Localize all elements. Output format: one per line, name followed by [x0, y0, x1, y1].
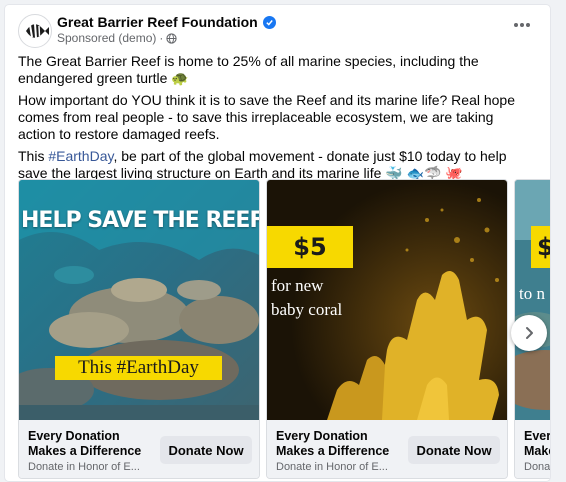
ad-post: Great Barrier Reef Foundation Sponsored … [5, 5, 550, 481]
card-footer: Every Donation Makes a Difference Donate… [19, 420, 259, 478]
donate-now-button[interactable]: Donate Now [160, 436, 252, 464]
card-title[interactable]: Every Donation Makes a Difference [28, 429, 153, 459]
overlay-price-tag: $5 [267, 226, 353, 268]
carousel-card-1[interactable]: HELP SAVE THE REEF This #EarthDay Every … [18, 179, 260, 479]
card-subtitle: Donate in Honor of E... [276, 461, 388, 473]
sponsored-label[interactable]: Sponsored (demo) [57, 31, 156, 45]
page-name[interactable]: Great Barrier Reef Foundation [57, 14, 258, 30]
chevron-right-icon [526, 327, 533, 339]
donate-now-button[interactable]: Donate Now [408, 436, 500, 464]
overlay-headline: HELP SAVE THE REEF [21, 208, 259, 233]
card-footer: Ever Make Dona [515, 420, 550, 478]
overlay-caption-line-2: baby coral [271, 300, 343, 319]
reef-photo[interactable]: HELP SAVE THE REEF This #EarthDay [19, 180, 259, 420]
baby-coral-photo[interactable]: $5 for new baby coral [267, 180, 507, 420]
post-paragraph-2: How important do YOU think it is to save… [18, 92, 515, 142]
carousel-next-button[interactable] [511, 315, 547, 351]
carousel: HELP SAVE THE REEF This #EarthDay Every … [18, 179, 550, 481]
paragraph-3-start: This [18, 148, 49, 164]
carousel-card-2[interactable]: $5 for new baby coral Every Donation Mak… [266, 179, 508, 479]
earthday-hashtag-link[interactable]: #EarthDay [48, 148, 113, 164]
overlay-earthday-tag: This #EarthDay [55, 356, 222, 380]
globe-icon [166, 32, 178, 44]
card-title[interactable]: Ever Make [524, 429, 550, 459]
post-paragraph-3: This #EarthDay, be part of the global mo… [18, 148, 530, 182]
post-text: The Great Barrier Reef is home to 25% of… [18, 53, 530, 187]
card-subtitle: Donate in Honor of E... [28, 461, 140, 473]
overlay-price-tag: $ [531, 226, 550, 268]
card-title[interactable]: Every Donation Makes a Difference [276, 429, 401, 459]
card-footer: Every Donation Makes a Difference Donate… [267, 420, 507, 478]
page-name-row: Great Barrier Reef Foundation [57, 14, 276, 30]
post-paragraph-1: The Great Barrier Reef is home to 25% of… [18, 53, 479, 86]
card-subtitle: Dona [524, 461, 550, 473]
angelfish-logo-icon [26, 23, 49, 39]
page-avatar[interactable] [18, 14, 52, 48]
dot-separator: · [159, 31, 164, 45]
verified-badge-icon [262, 15, 276, 29]
overlay-caption-line-1: for new [271, 276, 324, 295]
more-options-icon[interactable] [508, 14, 536, 36]
reef-photo-3[interactable]: $ to n [515, 180, 550, 420]
overlay-caption-line-1: to n [519, 284, 545, 303]
sponsored-row: Sponsored (demo) · [57, 31, 178, 45]
